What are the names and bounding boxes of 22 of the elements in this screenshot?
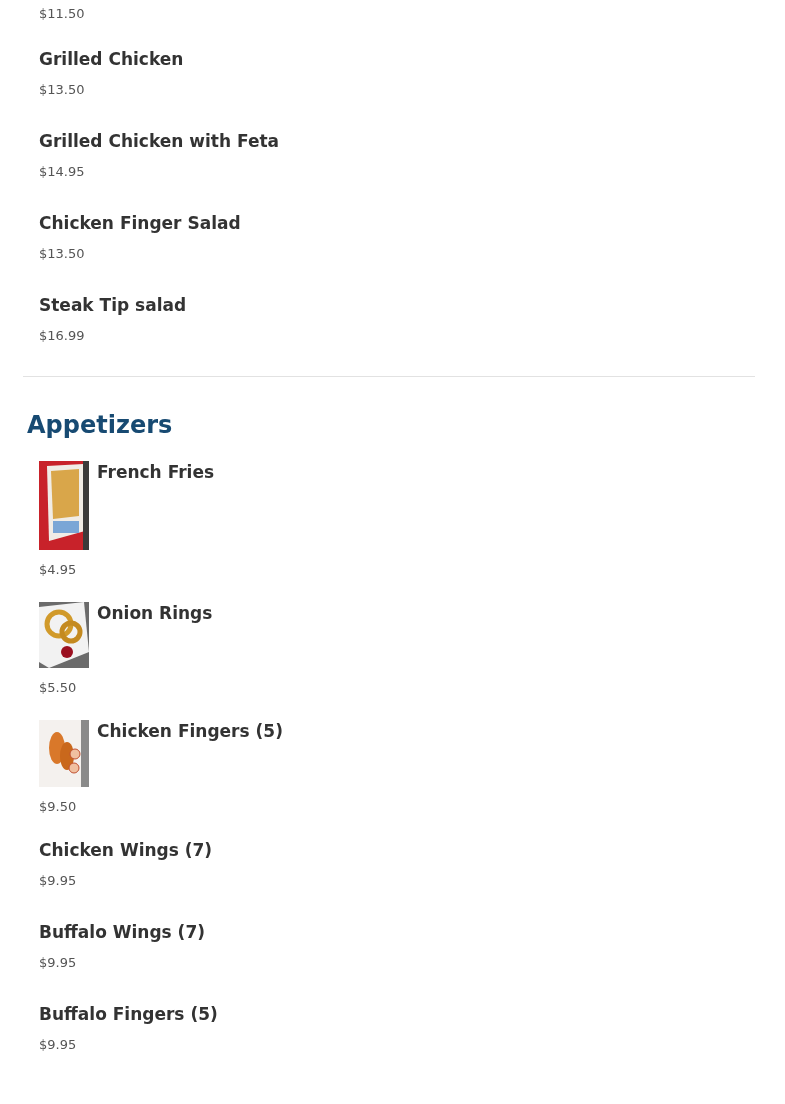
item-price: $11.50 bbox=[39, 6, 86, 22]
item-name: Chicken Wings (7) bbox=[39, 839, 214, 861]
item-price: $9.50 bbox=[39, 799, 78, 815]
item-name: Buffalo Fingers (5) bbox=[39, 1003, 219, 1025]
item-price: $5.50 bbox=[39, 680, 78, 696]
item-name: Grilled Chicken with Feta bbox=[39, 130, 281, 152]
item-price: $4.95 bbox=[39, 562, 78, 578]
item-price: $13.50 bbox=[39, 82, 86, 98]
item-name: Onion Rings bbox=[97, 602, 213, 624]
item-name: Chicken Finger Salad bbox=[39, 212, 242, 234]
item-price: $9.95 bbox=[39, 1037, 78, 1053]
item-name: French Fries bbox=[97, 461, 215, 483]
item-name: Steak Tip salad bbox=[39, 294, 188, 316]
item-price: $9.95 bbox=[39, 873, 78, 889]
item-price: $9.95 bbox=[39, 955, 78, 971]
item-name: Buffalo Wings (7) bbox=[39, 921, 206, 943]
item-price: $13.50 bbox=[39, 246, 86, 262]
item-price: $16.99 bbox=[39, 328, 86, 344]
section-heading: Appetizers bbox=[27, 410, 174, 441]
item-price: $14.95 bbox=[39, 164, 86, 180]
item-name: Grilled Chicken bbox=[39, 48, 185, 70]
item-name: Chicken Fingers (5) bbox=[97, 720, 283, 742]
